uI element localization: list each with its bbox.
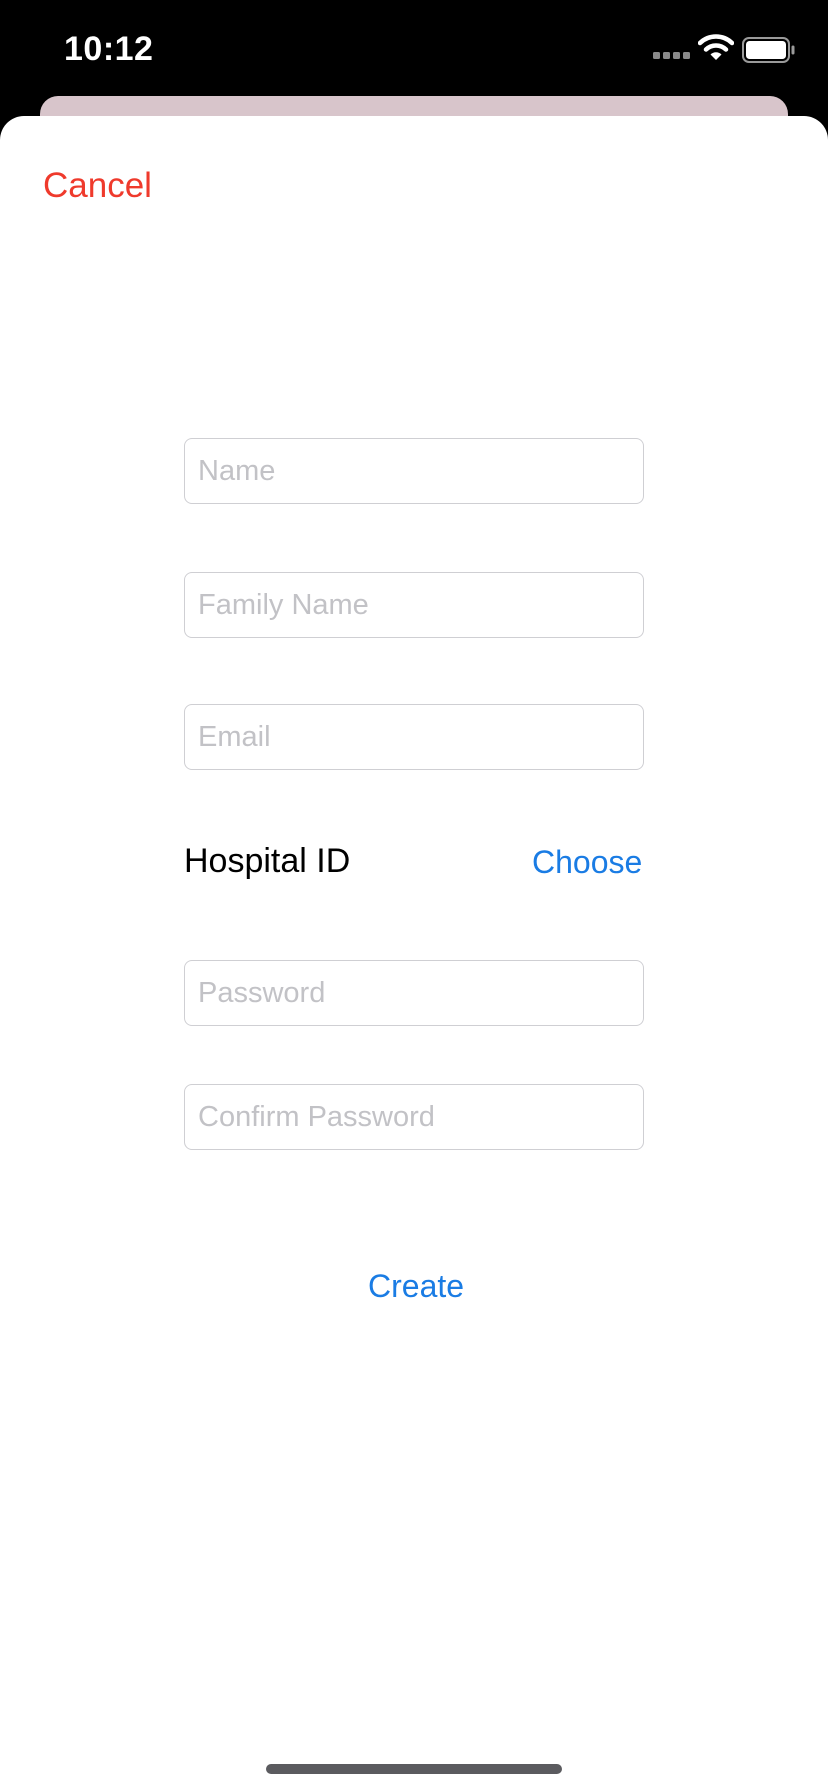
status-time: 10:12 bbox=[64, 30, 154, 68]
wifi-icon bbox=[698, 34, 734, 60]
password-field[interactable] bbox=[184, 960, 644, 1026]
hospital-id-label: Hospital ID bbox=[184, 842, 351, 880]
home-indicator[interactable] bbox=[266, 1764, 562, 1774]
create-button[interactable]: Create bbox=[368, 1268, 464, 1305]
name-field[interactable] bbox=[184, 438, 644, 504]
confirm-password-field[interactable] bbox=[184, 1084, 644, 1150]
status-bar: 10:12 bbox=[0, 0, 828, 100]
choose-hospital-button[interactable]: Choose bbox=[532, 844, 642, 881]
cancel-button[interactable]: Cancel bbox=[43, 166, 152, 206]
battery-icon bbox=[742, 37, 795, 63]
signal-icon bbox=[653, 52, 690, 59]
create-account-sheet: Cancel Hospital ID Choose Create bbox=[0, 116, 828, 1792]
email-field[interactable] bbox=[184, 704, 644, 770]
family-name-field[interactable] bbox=[184, 572, 644, 638]
